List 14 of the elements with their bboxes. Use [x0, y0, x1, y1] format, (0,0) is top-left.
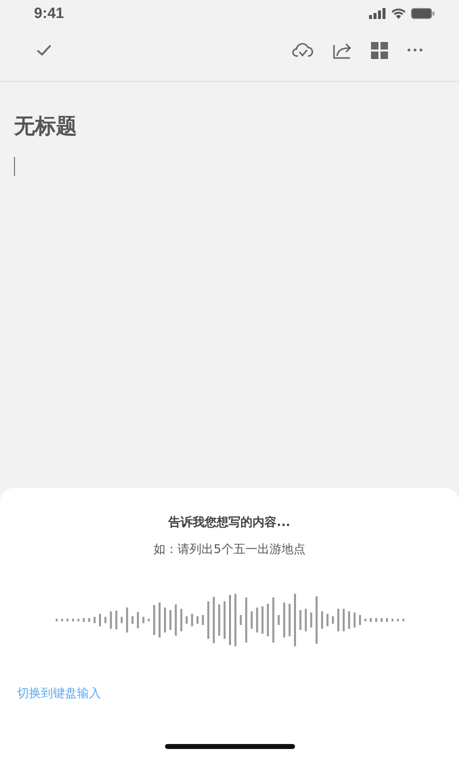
switch-keyboard-link[interactable]: 切换到键盘输入	[17, 686, 101, 700]
grid-icon[interactable]	[371, 42, 388, 58]
wifi-icon	[391, 8, 406, 18]
more-icon[interactable]	[407, 48, 423, 52]
checkmark-icon[interactable]	[36, 44, 52, 56]
document-title: 无标题	[14, 113, 78, 140]
example-hint: 如：请列出5个五一出游地点	[154, 541, 306, 558]
text-cursor	[14, 157, 15, 176]
status-time: 9:41	[34, 4, 64, 22]
signal-icon	[369, 8, 386, 18]
voice-prompt: 告诉我您想写的内容...	[168, 514, 290, 531]
battery-icon	[411, 8, 435, 18]
share-icon[interactable]	[333, 42, 352, 58]
cloud-check-icon[interactable]	[292, 42, 314, 58]
